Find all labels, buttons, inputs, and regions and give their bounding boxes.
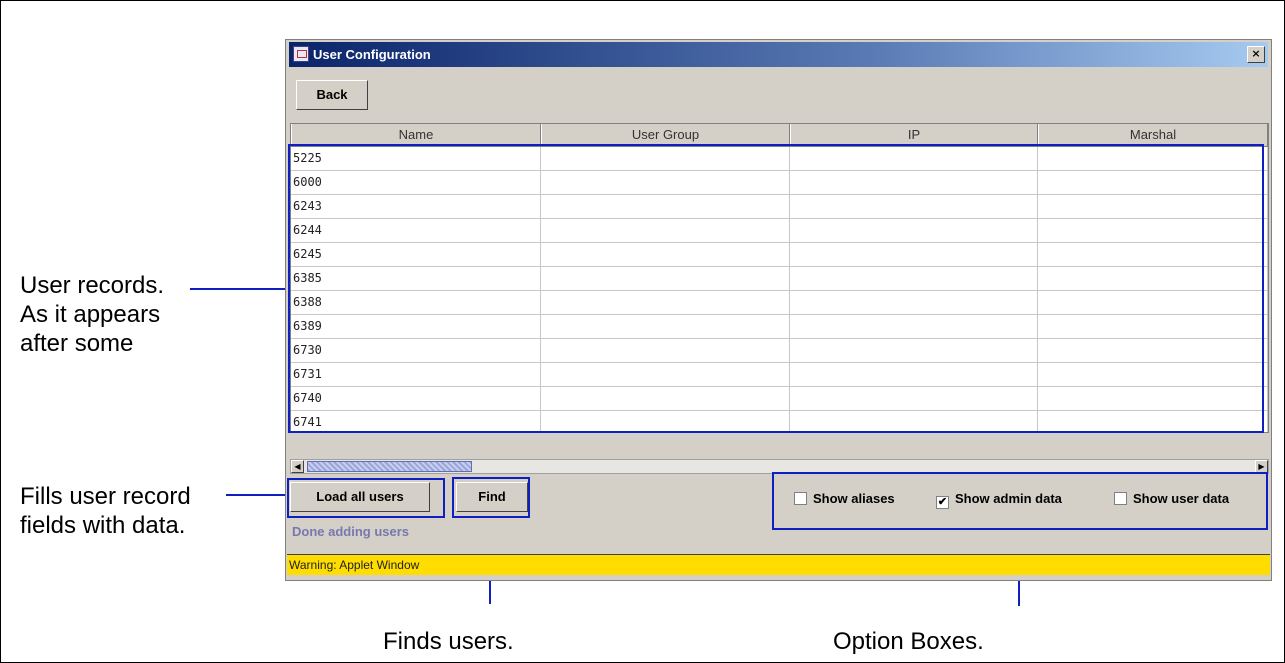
scroll-thumb[interactable]: [307, 461, 472, 472]
highlight-option-boxes: [772, 472, 1268, 530]
column-header-user-group[interactable]: User Group: [541, 124, 790, 146]
window-title: User Configuration: [313, 47, 431, 62]
column-header-marshal[interactable]: Marshal: [1038, 124, 1268, 146]
leader-fills: [226, 494, 288, 496]
annotation-line: As it appears: [20, 301, 161, 328]
annotation-line: fields with data.: [20, 512, 186, 539]
annotation-line: after some: [20, 330, 134, 357]
column-header-name[interactable]: Name: [291, 124, 541, 146]
annotation-line: User records.: [20, 272, 165, 299]
close-icon[interactable]: ×: [1247, 46, 1265, 63]
back-button[interactable]: Back: [296, 80, 368, 110]
annotation-line: Fills user record: [20, 483, 191, 510]
highlight-load-button: [287, 478, 445, 518]
scroll-left-icon[interactable]: ◀: [291, 460, 304, 473]
leader-user-records: [190, 288, 290, 290]
highlight-user-records: [288, 144, 1264, 433]
applet-warning-bar: Warning: Applet Window: [287, 554, 1270, 575]
annotation-user-records: User records. As it appears after some: [20, 271, 164, 358]
annotation-fills: Fills user record fields with data.: [20, 482, 191, 540]
app-icon: [293, 46, 309, 62]
annotation-options: Option Boxes.: [833, 628, 984, 655]
column-header-ip[interactable]: IP: [790, 124, 1038, 146]
status-text: Done adding users: [292, 524, 410, 539]
title-bar[interactable]: User Configuration ×: [289, 42, 1268, 67]
annotation-finds: Finds users.: [383, 628, 514, 655]
highlight-find-button: [452, 477, 530, 518]
